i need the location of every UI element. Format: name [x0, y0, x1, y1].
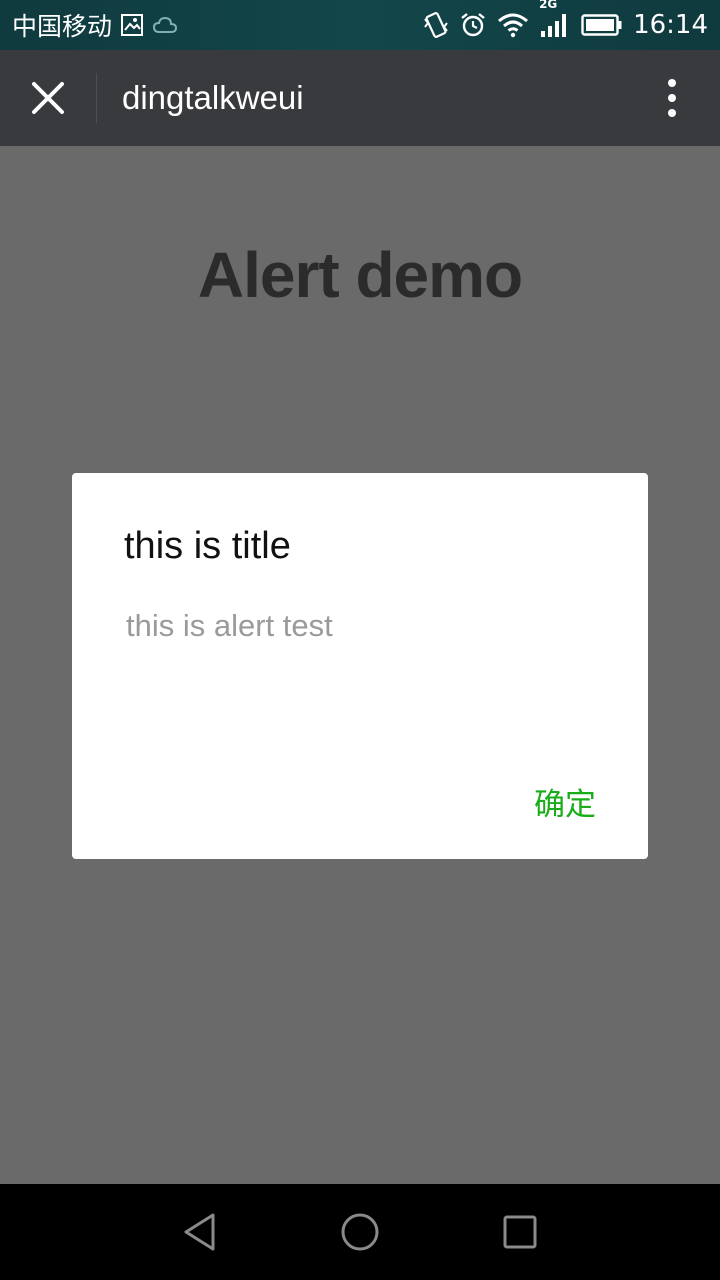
- close-icon: [32, 82, 64, 114]
- cloud-icon: [152, 14, 178, 36]
- title-divider: [96, 73, 97, 123]
- status-bar: 中国移动 2G 16:14: [0, 0, 720, 50]
- home-circle-icon: [341, 1213, 379, 1251]
- more-options-button[interactable]: [624, 50, 720, 146]
- network-type: 2G: [539, 0, 558, 11]
- recents-button[interactable]: [480, 1192, 560, 1272]
- app-title: dingtalkweui: [122, 79, 304, 116]
- vibrate-icon: [423, 11, 449, 39]
- alert-dialog: this is title this is alert test 确定: [72, 473, 648, 859]
- page-heading: Alert demo: [197, 239, 523, 311]
- alarm-icon: [459, 11, 487, 39]
- carrier-name: 中国移动: [12, 12, 113, 41]
- clock-time: 16:14: [633, 10, 708, 40]
- back-button[interactable]: [160, 1192, 240, 1272]
- title-bar: dingtalkweui: [0, 50, 720, 146]
- recents-square-icon: [503, 1215, 537, 1249]
- dialog-message: this is alert test: [126, 608, 333, 643]
- status-left: 中国移动: [12, 7, 178, 43]
- home-button[interactable]: [320, 1192, 400, 1272]
- status-right: 2G 16:14: [423, 0, 708, 40]
- image-icon: [120, 13, 144, 37]
- navigation-bar: [0, 1184, 720, 1280]
- confirm-button[interactable]: 确定: [532, 775, 598, 828]
- battery-icon: [581, 13, 623, 37]
- wifi-icon: [497, 12, 529, 38]
- signal-icon: 2G: [539, 0, 571, 39]
- dialog-title: this is title: [124, 525, 291, 567]
- more-vertical-icon: [668, 79, 676, 117]
- close-button[interactable]: [0, 50, 96, 146]
- back-triangle-icon: [184, 1213, 215, 1251]
